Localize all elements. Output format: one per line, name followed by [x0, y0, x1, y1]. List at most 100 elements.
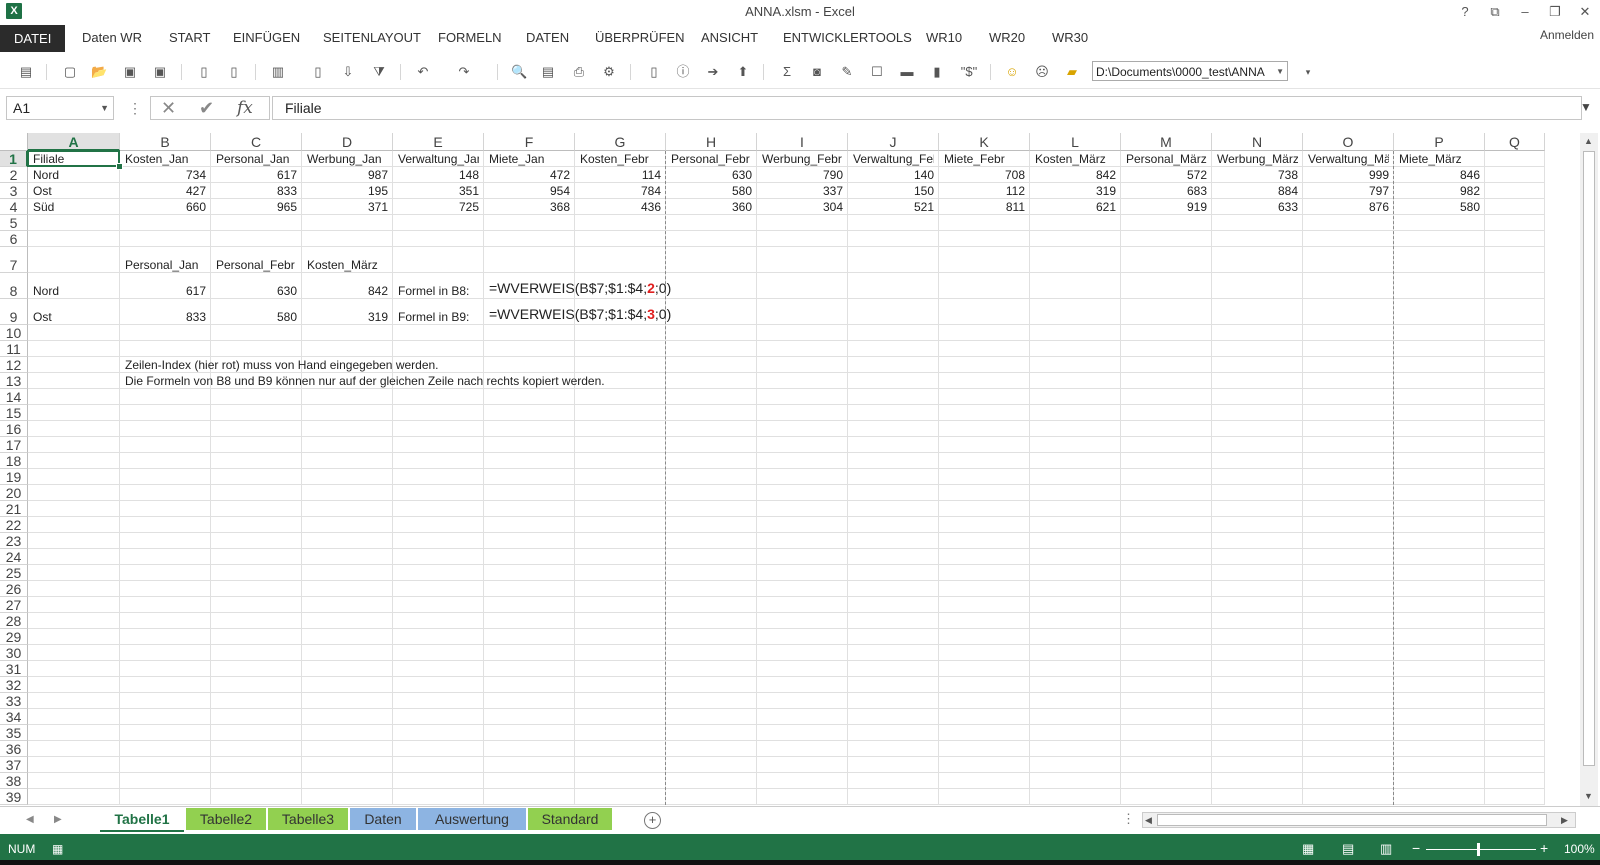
row-header[interactable]: 34	[0, 709, 28, 725]
column-header[interactable]: B	[120, 133, 211, 151]
clipboard-icon[interactable]: ▯	[310, 64, 326, 80]
row-header[interactable]: 28	[0, 613, 28, 629]
value-cell[interactable]: 660	[125, 200, 206, 214]
scroll-down-icon[interactable]: ▼	[1584, 791, 1593, 801]
cancel-icon[interactable]: ✕	[161, 98, 176, 119]
row-header[interactable]: 4	[0, 199, 28, 215]
formula-text-cell[interactable]: =WVERWEIS(B$7;$1:$4;2;0)	[489, 280, 749, 297]
value-cell[interactable]: 580	[1399, 200, 1480, 214]
sheet-tab[interactable]: Tabelle2	[186, 808, 266, 830]
value-cell[interactable]: 833	[216, 184, 297, 198]
tab-einfuegen[interactable]: EINFÜGEN	[233, 30, 300, 45]
value-cell[interactable]: 148	[398, 168, 479, 182]
value-cell[interactable]: 617	[216, 168, 297, 182]
add-sheet-icon[interactable]: +	[644, 812, 661, 829]
path-dropdown[interactable]: D:\Documents\0000_test\ANNA ▼	[1092, 61, 1288, 81]
lookup-name-cell[interactable]: Ost	[33, 310, 115, 324]
page-icon[interactable]: ▯	[646, 64, 662, 80]
row-header[interactable]: 20	[0, 485, 28, 501]
row-header[interactable]: 33	[0, 693, 28, 709]
print-icon[interactable]: ⎙	[571, 64, 587, 80]
save-icon[interactable]: ▣	[152, 64, 168, 80]
value-cell[interactable]: 982	[1399, 184, 1480, 198]
note-cell[interactable]: Zeilen-Index (hier rot) muss von Hand ei…	[125, 358, 825, 372]
scroll-up-icon[interactable]: ▲	[1584, 136, 1593, 146]
row-header[interactable]: 19	[0, 469, 28, 485]
lookup-value-cell[interactable]: 630	[216, 284, 297, 298]
value-cell[interactable]: 436	[580, 200, 661, 214]
row-header[interactable]: 7	[0, 247, 28, 273]
header-cell[interactable]: Miete_Febr	[944, 152, 1025, 166]
row-header[interactable]: 32	[0, 677, 28, 693]
row-header[interactable]: 29	[0, 629, 28, 645]
undo-icon[interactable]: ↶	[415, 64, 431, 80]
row-header[interactable]: 12	[0, 357, 28, 373]
help-icon[interactable]: ?	[1450, 0, 1480, 24]
lookup-value-cell[interactable]: 842	[307, 284, 388, 298]
save-as-icon[interactable]: ▣	[122, 64, 138, 80]
column-header[interactable]: A	[28, 133, 120, 151]
branch-name-cell[interactable]: Süd	[33, 200, 115, 214]
column-header[interactable]: C	[211, 133, 302, 151]
chevron-down-icon[interactable]: ▼	[1276, 62, 1284, 80]
tab-daten-wr[interactable]: Daten WR	[82, 30, 142, 45]
name-box[interactable]: A1 ▼	[6, 96, 114, 120]
tab-formeln[interactable]: FORMELN	[438, 30, 502, 45]
row-header[interactable]: 36	[0, 741, 28, 757]
customize-toolbar-icon[interactable]: ▾	[1300, 64, 1316, 80]
row-header[interactable]: 11	[0, 341, 28, 357]
value-cell[interactable]: 621	[1035, 200, 1116, 214]
value-cell[interactable]: 630	[671, 168, 752, 182]
lookup-header-cell[interactable]: Personal_Jan	[125, 258, 206, 272]
value-cell[interactable]: 351	[398, 184, 479, 198]
row-header[interactable]: 13	[0, 373, 28, 389]
value-cell[interactable]: 734	[125, 168, 206, 182]
formula-label-cell[interactable]: Formel in B9:	[398, 310, 479, 324]
info-icon[interactable]: ⓘ	[675, 64, 691, 80]
normal-view-icon[interactable]: ▦	[1302, 841, 1314, 857]
row-header[interactable]: 5	[0, 215, 28, 231]
border-icon[interactable]: ☐	[869, 64, 885, 80]
quick-print-icon[interactable]: ▤	[18, 64, 34, 80]
header-cell[interactable]: Personal_Febr	[671, 152, 752, 166]
smiley-icon[interactable]: ☺	[1004, 64, 1020, 80]
close-button[interactable]: ✕	[1570, 0, 1600, 24]
value-cell[interactable]: 521	[853, 200, 934, 214]
value-cell[interactable]: 999	[1308, 168, 1389, 182]
insert-function-icon[interactable]: fx	[237, 98, 253, 118]
row-header[interactable]: 15	[0, 405, 28, 421]
open-icon[interactable]: 📂	[91, 64, 107, 80]
value-cell[interactable]: 472	[489, 168, 570, 182]
new-icon[interactable]: ▢	[62, 64, 78, 80]
row-header[interactable]: 21	[0, 501, 28, 517]
lookup-value-cell[interactable]: 580	[216, 310, 297, 324]
row-header[interactable]: 8	[0, 273, 28, 299]
header-cell[interactable]: Personal_Jan	[216, 152, 297, 166]
column-header[interactable]: F	[484, 133, 575, 151]
lookup-value-cell[interactable]: 319	[307, 310, 388, 324]
print-preview-icon[interactable]: ▤	[540, 64, 556, 80]
enter-icon[interactable]: ✔	[199, 98, 214, 119]
arrow-up-icon[interactable]: ⬆	[735, 64, 751, 80]
paste-icon[interactable]: ▥	[270, 64, 286, 80]
row-header[interactable]: 25	[0, 565, 28, 581]
column-header[interactable]: L	[1030, 133, 1121, 151]
vertical-scrollbar[interactable]: ▲ ▼	[1580, 133, 1598, 806]
header-cell[interactable]: Verwaltung_Febr	[853, 152, 934, 166]
sign-in-link[interactable]: Anmelden	[1540, 28, 1594, 42]
options-icon[interactable]: ⚙	[601, 64, 617, 80]
column-header[interactable]: P	[1394, 133, 1485, 151]
tab-ansicht[interactable]: ANSICHT	[701, 30, 758, 45]
header-cell[interactable]: Kosten_März	[1035, 152, 1116, 166]
formula-label-cell[interactable]: Formel in B8:	[398, 284, 479, 298]
sheet-tab[interactable]: Auswertung	[418, 808, 526, 830]
tab-seitenlayout[interactable]: SEITENLAYOUT	[323, 30, 421, 45]
restore-button[interactable]: ❐	[1540, 0, 1570, 24]
row-header[interactable]: 26	[0, 581, 28, 597]
zoom-level[interactable]: 100%	[1564, 842, 1595, 856]
zoom-in-button[interactable]: +	[1540, 840, 1548, 856]
row-header[interactable]: 3	[0, 183, 28, 199]
search-icon[interactable]: 🔍	[511, 64, 527, 80]
prev-sheet-icon[interactable]: ◀	[26, 814, 34, 825]
header-cell[interactable]: Verwaltung_Jan	[398, 152, 479, 166]
